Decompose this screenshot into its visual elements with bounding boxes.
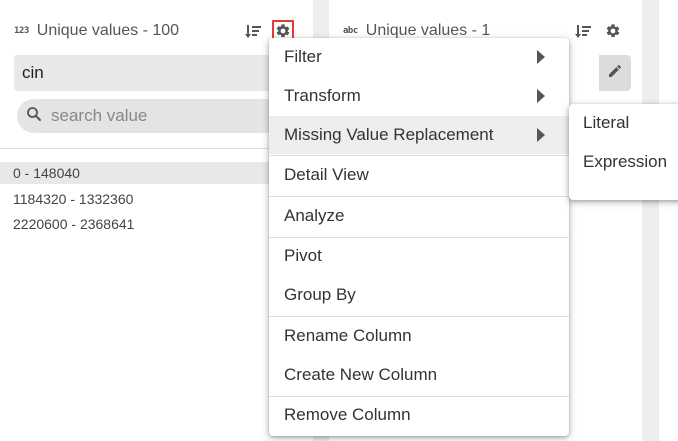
menu-item-label: Detail View (284, 165, 369, 184)
column-panel-1: 123 Unique values - 100 0 - 148040 11843… (0, 0, 313, 441)
menu-item-label: Create New Column (284, 365, 438, 384)
menu-item-rename-column[interactable]: Rename Column (269, 317, 569, 355)
menu-item-label: Rename Column (284, 326, 412, 345)
numeric-type-icon: 123 (14, 26, 29, 36)
menu-item-filter[interactable]: Filter (269, 38, 569, 76)
submenu-item-expression[interactable]: Expression (569, 143, 678, 181)
menu-item-label: Literal (583, 113, 630, 132)
menu-item-label: Filter (284, 47, 322, 66)
search-icon (25, 105, 43, 128)
column-context-menu: Filter Transform Missing Value Replaceme… (269, 38, 569, 436)
menu-item-group-by[interactable]: Group By (269, 276, 569, 314)
menu-item-missing-value-replacement[interactable]: Missing Value Replacement (269, 116, 569, 154)
menu-item-label: Analyze (284, 206, 345, 225)
chevron-right-icon (537, 128, 545, 142)
text-type-icon: abc (343, 26, 358, 36)
search-value-box[interactable] (17, 99, 297, 133)
gear-icon[interactable] (602, 20, 624, 42)
pencil-icon (607, 63, 623, 84)
missing-value-submenu: Literal Expression (569, 104, 678, 200)
menu-item-label: Expression (583, 152, 668, 171)
sort-icon[interactable] (243, 20, 265, 42)
value-list-item[interactable]: 2220600 - 2368641 (0, 213, 270, 235)
menu-item-analyze[interactable]: Analyze (269, 197, 569, 235)
column-header: 123 Unique values - 100 (14, 18, 179, 44)
column-name-field[interactable] (14, 55, 304, 91)
chevron-right-icon (537, 50, 545, 64)
divider (0, 148, 313, 149)
menu-item-transform[interactable]: Transform (269, 77, 569, 115)
menu-item-create-new-column[interactable]: Create New Column (269, 356, 569, 394)
menu-item-label: Remove Column (284, 405, 411, 424)
unique-values-title: Unique values - 100 (36, 22, 180, 39)
menu-item-label: Transform (284, 86, 361, 105)
submenu-item-literal[interactable]: Literal (569, 104, 678, 142)
menu-item-label: Group By (284, 285, 356, 304)
menu-item-label: Missing Value Replacement (284, 125, 494, 144)
menu-item-pivot[interactable]: Pivot (269, 237, 569, 275)
menu-item-label: Pivot (284, 246, 322, 265)
edit-name-button[interactable] (599, 55, 631, 91)
search-value-input[interactable] (51, 106, 281, 126)
menu-item-detail-view[interactable]: Detail View (269, 156, 569, 194)
chevron-right-icon (537, 89, 545, 103)
menu-item-remove-column[interactable]: Remove Column (269, 396, 569, 434)
column-panel-3 (659, 0, 678, 441)
value-list-item[interactable]: 0 - 148040 (0, 162, 270, 184)
sort-icon[interactable] (573, 20, 595, 42)
value-list-item[interactable]: 1184320 - 1332360 (0, 188, 270, 210)
